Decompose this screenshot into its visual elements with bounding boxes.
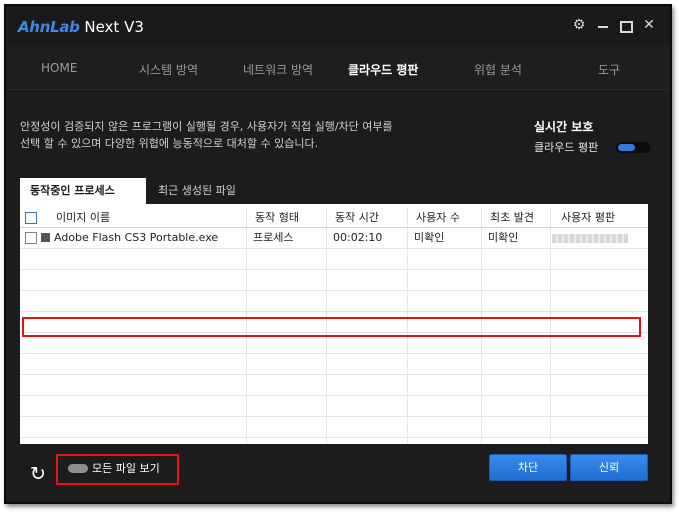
refresh-icon[interactable]: ↻ [28, 464, 48, 484]
column-header-reputation[interactable]: 사용자 평판 [561, 208, 645, 227]
empty-row [20, 375, 648, 396]
column-header-first-seen[interactable]: 최초 발견 [490, 208, 548, 227]
file-name-cell: Adobe Flash CS3 Portable.exe [41, 228, 245, 248]
column-header-action-type[interactable]: 동작 형태 [255, 208, 323, 227]
nav-system-protection[interactable]: 시스템 방역 [139, 61, 198, 78]
select-all-checkbox[interactable] [25, 212, 37, 224]
user-count-cell: 미확인 [414, 231, 445, 244]
realtime-protection-title: 실시간 보호 [534, 120, 594, 134]
nav-home[interactable]: HOME [41, 61, 77, 75]
description-line-1: 안정성이 검증되지 않은 프로그램이 실행될 경우, 사용자가 직접 실행/차단… [20, 120, 393, 133]
trust-button[interactable]: 신뢰 [570, 454, 648, 481]
close-icon[interactable]: ✕ [642, 18, 656, 32]
empty-row [20, 354, 648, 375]
table-row[interactable]: Adobe Flash CS3 Portable.exe 프로세스 00:02:… [20, 228, 648, 249]
content-panel: 안정성이 검증되지 않은 프로그램이 실행될 경우, 사용자가 직접 실행/차단… [6, 90, 670, 502]
row-highlight-box [22, 317, 641, 337]
description-line-2: 선택 할 수 있으며 다양한 위협에 능동적으로 대처할 수 있습니다. [20, 137, 319, 150]
app-title: AhnLab Next V3 [18, 18, 144, 36]
cloud-reputation-label: 클라우드 평판 [534, 141, 599, 154]
file-icon [41, 233, 50, 242]
title-bar: AhnLab Next V3 ⚙ ✕ [6, 6, 670, 46]
maximize-icon[interactable] [618, 18, 633, 33]
show-all-files-toggle[interactable] [68, 464, 88, 473]
block-button[interactable]: 차단 [489, 454, 567, 481]
tab-running-processes[interactable]: 동작중인 프로세스 [20, 178, 146, 204]
empty-row [20, 249, 648, 270]
tab-recent-files[interactable]: 최근 생성된 파일 [148, 178, 268, 204]
show-all-files-label[interactable]: 모든 파일 보기 [92, 460, 160, 476]
description-text: 안정성이 검증되지 않은 프로그램이 실행될 경우, 사용자가 직접 실행/차단… [20, 118, 490, 152]
toggle-knob [618, 144, 635, 151]
table-header: 이미지 이름 동작 형태 동작 시간 사용자 수 최초 발견 사용자 평판 [20, 208, 648, 228]
column-header-image-name[interactable]: 이미지 이름 [56, 208, 244, 227]
app-title-product: Next V3 [79, 18, 144, 36]
action-type-cell: 프로세스 [253, 231, 294, 244]
app-window: AhnLab Next V3 ⚙ ✕ HOME 시스템 방역 네트워크 방역 클… [4, 4, 672, 504]
main-nav: HOME 시스템 방역 네트워크 방역 클라우드 평판 위협 분석 도구 [6, 46, 670, 90]
nav-cloud-reputation[interactable]: 클라우드 평판 [348, 61, 418, 78]
nav-tools[interactable]: 도구 [598, 61, 620, 78]
action-time-cell: 00:02:10 [333, 231, 383, 244]
nav-threat-analysis[interactable]: 위협 분석 [474, 61, 522, 78]
empty-row [20, 270, 648, 291]
empty-row [20, 291, 648, 312]
minimize-icon[interactable] [596, 18, 610, 32]
cloud-reputation-toggle[interactable] [616, 142, 650, 153]
empty-row [20, 396, 648, 417]
first-seen-cell: 미확인 [488, 231, 519, 244]
app-title-brand: AhnLab [18, 18, 80, 36]
column-header-action-time[interactable]: 동작 시간 [335, 208, 403, 227]
file-name: Adobe Flash CS3 Portable.exe [54, 231, 219, 244]
reputation-bar [552, 234, 628, 243]
row-checkbox[interactable] [25, 232, 37, 244]
column-header-user-count[interactable]: 사용자 수 [416, 208, 478, 227]
gear-icon[interactable]: ⚙ [572, 18, 586, 32]
nav-network-protection[interactable]: 네트워크 방역 [243, 61, 313, 78]
empty-row [20, 417, 648, 438]
